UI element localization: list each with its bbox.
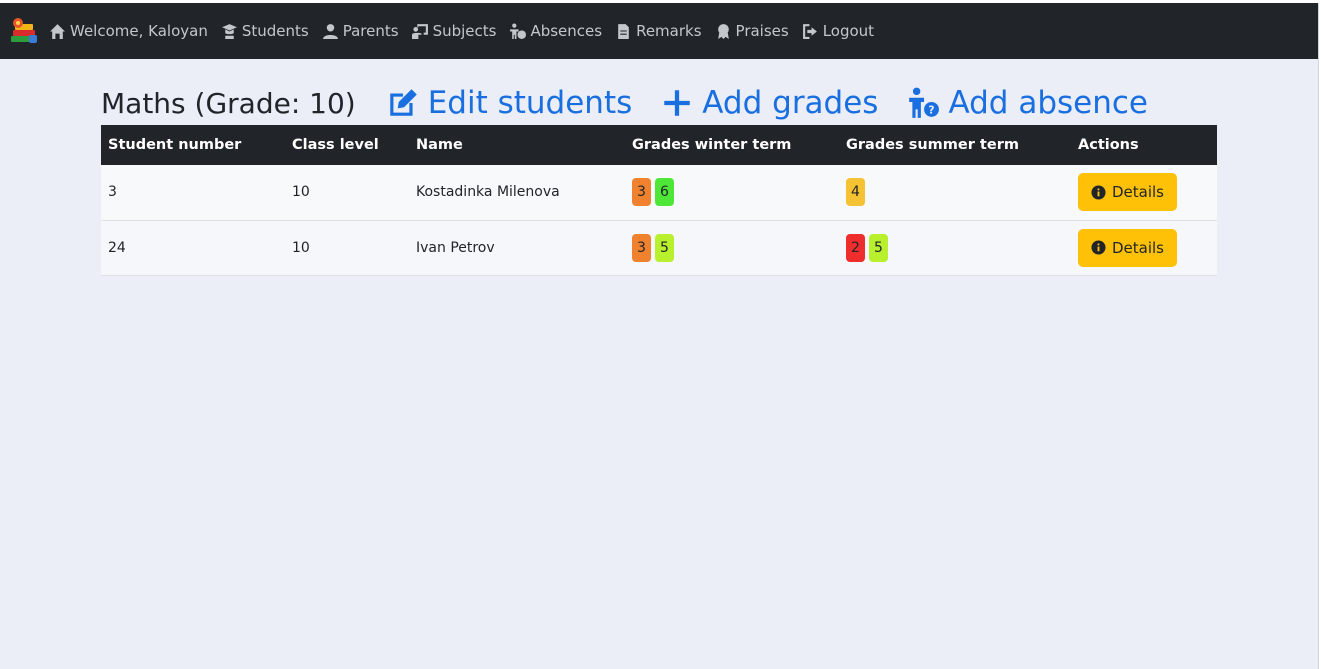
cell-class-level: 10 bbox=[292, 239, 310, 256]
grade-badge[interactable]: 4 bbox=[846, 178, 865, 207]
cell-class-level: 10 bbox=[292, 184, 310, 201]
nav-subjects-label: Subjects bbox=[432, 22, 497, 40]
nav-praises-label: Praises bbox=[735, 22, 789, 40]
header-student-number: Student number bbox=[108, 137, 242, 153]
add-absence-label: Add absence bbox=[948, 85, 1149, 121]
nav-remarks-label: Remarks bbox=[636, 22, 702, 40]
header-grades-summer: Grades summer term bbox=[846, 137, 1019, 153]
cell-actions: Details bbox=[1071, 165, 1217, 220]
cell-grades-winter: 35 bbox=[625, 220, 839, 275]
header-grades-winter: Grades winter term bbox=[632, 137, 792, 153]
cell-student-number: 24 bbox=[108, 239, 126, 256]
add-absence-link[interactable]: ? Add absence bbox=[906, 85, 1148, 121]
top-navbar: Welcome, Kaloyan Students Parents Subjec… bbox=[0, 3, 1318, 59]
cell-actions: Details bbox=[1071, 220, 1217, 275]
grade-badge[interactable]: 3 bbox=[632, 178, 651, 207]
header-actions: Actions bbox=[1078, 137, 1139, 153]
cell-grades-winter: 36 bbox=[625, 165, 839, 220]
nav-parents-label: Parents bbox=[342, 22, 399, 40]
school-logo[interactable] bbox=[9, 16, 39, 46]
details-button[interactable]: Details bbox=[1078, 173, 1178, 212]
nav-absences-label: Absences bbox=[530, 22, 603, 40]
plus-icon bbox=[664, 90, 691, 116]
person-question-icon: ? bbox=[909, 87, 940, 118]
nav-subjects[interactable]: Subjects bbox=[411, 22, 497, 40]
cell-grades-summer: 4 bbox=[839, 165, 1071, 220]
user-icon bbox=[322, 23, 338, 39]
edit-students-label: Edit students bbox=[427, 85, 633, 121]
nav-praises[interactable]: Praises bbox=[715, 22, 789, 40]
grade-badge[interactable]: 5 bbox=[869, 233, 888, 262]
grade-badge[interactable]: 6 bbox=[655, 178, 674, 207]
nav-logout-label: Logout bbox=[822, 22, 875, 40]
info-circle-icon bbox=[1091, 240, 1106, 255]
svg-text:?: ? bbox=[929, 104, 935, 117]
graduation-cap-icon bbox=[221, 23, 237, 39]
home-icon bbox=[50, 23, 65, 39]
cell-name: Ivan Petrov bbox=[416, 239, 495, 256]
grade-badge[interactable]: 2 bbox=[846, 233, 865, 262]
nav-students[interactable]: Students bbox=[221, 22, 309, 40]
nav-remarks[interactable]: Remarks bbox=[615, 22, 702, 40]
chalkboard-teacher-icon bbox=[411, 23, 428, 39]
award-icon bbox=[717, 23, 729, 39]
details-button[interactable]: Details bbox=[1078, 228, 1178, 267]
students-table: Student number Class level Name Grades w… bbox=[101, 125, 1217, 276]
page-title: Maths (Grade: 10) bbox=[101, 86, 356, 120]
nav-welcome-label: Welcome, Kaloyan bbox=[70, 22, 208, 40]
header-name: Name bbox=[416, 137, 463, 153]
page-header: Maths (Grade: 10) Edit students Add grad… bbox=[101, 83, 1176, 123]
cell-student-number: 3 bbox=[108, 184, 117, 201]
nav-welcome[interactable]: Welcome, Kaloyan bbox=[49, 22, 208, 40]
edit-students-link[interactable]: Edit students bbox=[386, 85, 633, 121]
grade-badge[interactable]: 3 bbox=[632, 233, 651, 262]
details-button-label: Details bbox=[1112, 183, 1165, 202]
table-row: 24 10 Ivan Petrov 35 25 Details bbox=[101, 220, 1217, 275]
nav-students-label: Students bbox=[241, 22, 309, 40]
nav-parents[interactable]: Parents bbox=[322, 22, 399, 40]
header-class-level: Class level bbox=[292, 137, 379, 153]
nav-absences[interactable]: Absences bbox=[509, 22, 602, 40]
info-circle-icon bbox=[1091, 185, 1106, 200]
details-button-label: Details bbox=[1112, 238, 1165, 257]
app-frame: Welcome, Kaloyan Students Parents Subjec… bbox=[0, 3, 1319, 669]
add-grades-link[interactable]: Add grades bbox=[660, 85, 878, 121]
edit-icon bbox=[389, 89, 417, 116]
file-icon bbox=[618, 23, 629, 39]
table-header-row: Student number Class level Name Grades w… bbox=[101, 125, 1217, 165]
grade-badge[interactable]: 5 bbox=[655, 233, 674, 262]
person-question-icon bbox=[510, 23, 527, 39]
table-row: 3 10 Kostadinka Milenova 36 4 Details bbox=[101, 165, 1217, 220]
nav-logout[interactable]: Logout bbox=[802, 22, 874, 40]
cell-grades-summer: 25 bbox=[839, 220, 1071, 275]
logout-icon bbox=[802, 23, 817, 39]
add-grades-label: Add grades bbox=[702, 85, 879, 121]
cell-name: Kostadinka Milenova bbox=[416, 184, 560, 201]
